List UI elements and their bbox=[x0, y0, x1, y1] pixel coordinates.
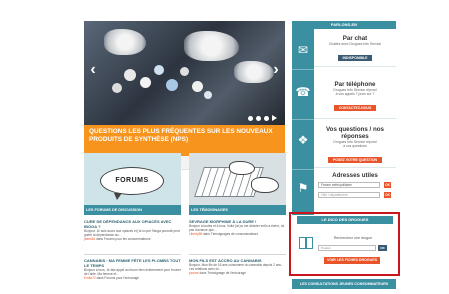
region-select[interactable]: France métropolitaine bbox=[318, 182, 380, 188]
post-author-link[interactable]: Liberty58 bbox=[189, 232, 202, 236]
forum-post-signature: Emito72 dans Forums pour l'entourage bbox=[84, 276, 181, 280]
forum-post-excerpt: Bonjour, Je suis accro aux opiacés et j'… bbox=[84, 229, 180, 237]
questions-description: à vos questions bbox=[343, 144, 367, 148]
divider bbox=[314, 66, 396, 67]
drug-search-input[interactable]: Produit bbox=[318, 245, 376, 251]
play-icon[interactable] bbox=[272, 115, 277, 121]
pill-graphic bbox=[180, 67, 189, 76]
testimony-post-excerpt: Bonjour à toutes et à tous, Voilà j'ai p… bbox=[189, 224, 285, 232]
pill-graphic bbox=[140, 77, 151, 88]
contact-sidebar: PARLONS-EN ✉ ☎ ❖ ⚑ Par chat Chattez avec… bbox=[292, 21, 396, 215]
sidebar-icon-column: ✉ ☎ ❖ ⚑ bbox=[292, 29, 314, 215]
pager-dot[interactable] bbox=[248, 115, 253, 121]
phone-block: Par téléphone Drogues Info Service répon… bbox=[314, 81, 396, 114]
pill-graphic bbox=[124, 69, 136, 81]
book-page-graphic bbox=[299, 237, 306, 249]
divider bbox=[189, 254, 286, 255]
drug-search-label: Recherchez une drogue bbox=[333, 236, 373, 240]
testimony-post-excerpt: Bonjour, Mon fils de 16 ans consomme du … bbox=[189, 263, 282, 271]
testimony-post-signature: pcome dans Témoignage de l'entourage bbox=[189, 271, 286, 275]
powder-pile-graphic bbox=[184, 31, 239, 61]
post-section-name: dans Témoignages de consommateurs bbox=[203, 232, 259, 236]
forum-post[interactable]: CANNABIS : MA FEMME FÊTE LES PLOMBS TOUT… bbox=[84, 258, 181, 280]
hand-graphic bbox=[229, 161, 255, 175]
phone-title: Par téléphone bbox=[334, 81, 376, 88]
view-drug-sheets-button[interactable]: VOIR LES FICHES DROGUES bbox=[324, 257, 380, 264]
forum-post-excerpt: Bonjour à tous, Je fais appel au forum b… bbox=[84, 268, 181, 276]
phone-description: à vos appels 7 jours sur 7 bbox=[335, 92, 375, 96]
post-forum-name: dans Forums pour l'entourage bbox=[96, 276, 140, 280]
chat-unavailable-button[interactable]: INDISPONIBLE bbox=[337, 55, 373, 61]
chat-description: Chattez avec Drogues Info Service bbox=[328, 42, 382, 46]
open-book-icon bbox=[299, 237, 313, 249]
pill-graphic bbox=[204, 91, 212, 99]
pager-dot[interactable] bbox=[264, 115, 269, 121]
divider bbox=[314, 167, 396, 168]
divider bbox=[84, 254, 181, 255]
city-input[interactable]: Ville / département bbox=[318, 192, 380, 198]
hero-headline[interactable]: QUESTIONS LES PLUS FRÉQUENTES SUR LES NO… bbox=[84, 125, 285, 156]
city-go-button[interactable]: OK bbox=[384, 192, 391, 198]
testimony-post-signature: Liberty58 dans Témoignages de consommate… bbox=[189, 232, 286, 236]
france-map-icon: ⚑ bbox=[297, 181, 309, 195]
page: ‹ › QUESTIONS LES PLUS FRÉQUENTES SUR LE… bbox=[0, 0, 449, 294]
chat-bubble-icon: ✉ bbox=[297, 43, 309, 57]
divider bbox=[292, 119, 314, 120]
powder-pile-graphic bbox=[104, 29, 146, 55]
addresses-title: Adresses utiles bbox=[332, 172, 378, 179]
pill-graphic bbox=[192, 81, 203, 92]
chat-title: Par chat bbox=[342, 35, 368, 42]
phone-icon: ☎ bbox=[295, 85, 311, 99]
forum-post[interactable]: CURE DE DÉPENDANCE AUX OPIACÉS AVEC IBOG… bbox=[84, 219, 181, 241]
drug-search-ok-button[interactable]: OK bbox=[378, 245, 387, 251]
forums-section-label[interactable]: LES FORUMS DE DISCUSSION bbox=[84, 205, 181, 215]
question-bubble-icon: ❖ bbox=[297, 133, 309, 147]
drug-dictionary-title: LE DICO DES DROGUES bbox=[297, 216, 393, 224]
post-author-link[interactable]: jeans54 bbox=[84, 237, 95, 241]
divider bbox=[292, 169, 314, 170]
pager-dot[interactable] bbox=[256, 115, 261, 121]
forums-bubble: FORUMS bbox=[100, 167, 164, 195]
powder-pile-graphic bbox=[234, 61, 274, 83]
chevron-right-icon[interactable]: › bbox=[270, 61, 282, 79]
addresses-block: Adresses utiles bbox=[314, 172, 396, 179]
temoignages-section-label[interactable]: LES TÉMOIGNAGES bbox=[189, 205, 286, 215]
post-author-link[interactable]: Emito72 bbox=[84, 276, 96, 280]
post-author-link[interactable]: pcome bbox=[189, 271, 199, 275]
post-section-name: dans Témoignage de l'entourage bbox=[199, 271, 246, 275]
forum-post-title[interactable]: CANNABIS : MA FEMME FÊTE LES PLOMBS TOUT… bbox=[84, 258, 181, 268]
hero-carousel-image[interactable]: ‹ › bbox=[84, 21, 285, 125]
chat-block: Par chat Chattez avec Drogues Info Servi… bbox=[314, 35, 396, 64]
questions-block: Vos questions / nos réponses Drogues Inf… bbox=[314, 126, 396, 166]
sidebar-title: PARLONS-EN bbox=[292, 21, 396, 29]
questions-title: Vos questions / nos réponses bbox=[326, 126, 384, 140]
hand-graphic bbox=[251, 177, 279, 193]
chevron-left-icon[interactable]: ‹ bbox=[87, 61, 99, 79]
pill-graphic bbox=[112, 83, 122, 93]
divider bbox=[314, 118, 396, 119]
carousel-pager bbox=[248, 115, 277, 121]
pill-graphic bbox=[166, 79, 178, 91]
youth-consultations-banner[interactable]: LES CONSULTATIONS JEUNES CONSOMMATEURS bbox=[292, 279, 396, 289]
temoignages-illustration[interactable] bbox=[189, 153, 286, 205]
forum-post-signature: jeans54 dans Forums pour les consommateu… bbox=[84, 237, 181, 241]
testimony-post[interactable]: MON FILS EST ACCRO AU CANNABIS Bonjour, … bbox=[189, 258, 286, 275]
book-page-graphic bbox=[306, 237, 313, 249]
forum-post-title[interactable]: CURE DE DÉPENDANCE AUX OPIACÉS AVEC IBOG… bbox=[84, 219, 181, 229]
speech-tail-graphic bbox=[114, 193, 122, 200]
contact-us-button[interactable]: CONTACTEZ-NOUS bbox=[333, 105, 377, 111]
region-go-button[interactable]: OK bbox=[384, 182, 391, 188]
ask-question-button[interactable]: POSEZ VOTRE QUESTION bbox=[327, 157, 383, 163]
testimony-post[interactable]: SEVRAGE MORPHINE À LA DURE ! Bonjour à t… bbox=[189, 219, 286, 236]
post-forum-name: dans Forums pour les consommateurs bbox=[96, 237, 151, 241]
divider bbox=[292, 69, 314, 70]
pill-graphic bbox=[154, 65, 164, 75]
forums-illustration[interactable]: FORUMS bbox=[84, 153, 181, 205]
